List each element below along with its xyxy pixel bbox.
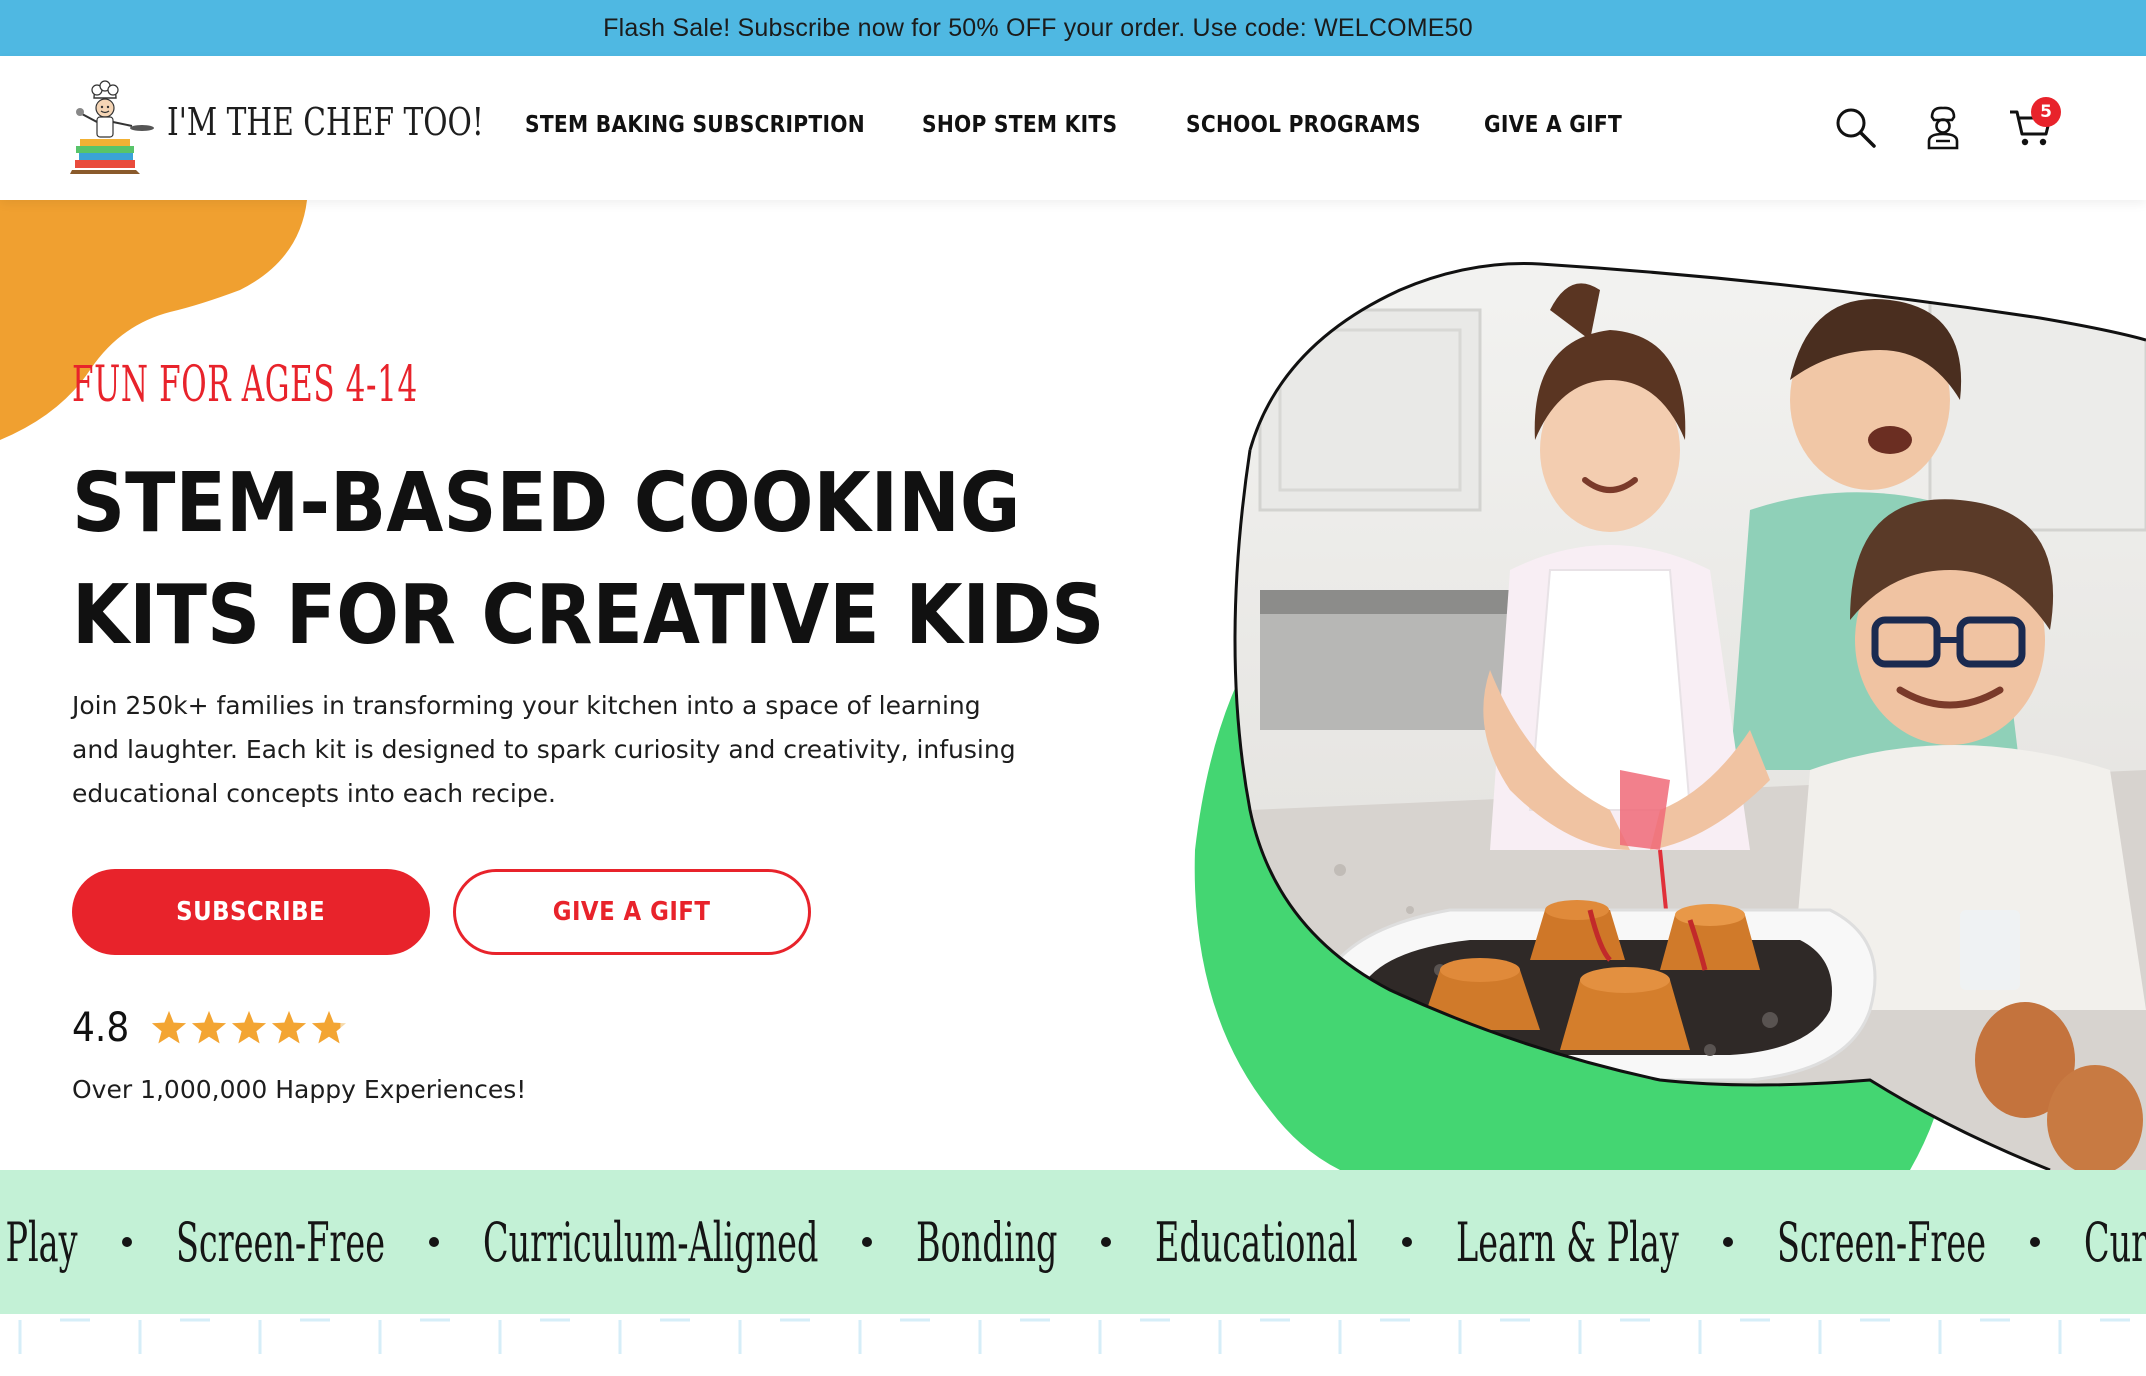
hero-title-line-1: STEM-BASED COOKING bbox=[72, 456, 1021, 551]
hero-description: Join 250k+ families in transforming your… bbox=[72, 691, 1016, 808]
cart-count-badge: 5 bbox=[2031, 97, 2061, 127]
site-header: I'M THE CHEF TOO! STEM BAKING SUBSCRIPTI… bbox=[0, 56, 2146, 200]
nav-stem-baking-subscription[interactable]: STEM BAKING SUBSCRIPTION bbox=[525, 112, 865, 138]
rating-score: 4.8 bbox=[72, 1005, 130, 1051]
marquee-item: Learn & Play bbox=[1456, 1211, 1679, 1274]
marquee-item: Bonding bbox=[916, 1211, 1057, 1274]
site-logo[interactable]: I'M THE CHEF TOO! bbox=[70, 78, 484, 178]
marquee-bullet bbox=[1101, 1237, 1112, 1247]
marquee-bullet bbox=[1402, 1237, 1413, 1247]
chef-mascot-logo-icon bbox=[70, 80, 154, 174]
hero-eyebrow: FUN FOR AGES 4-14 bbox=[72, 355, 418, 413]
marquee-bullet bbox=[861, 1237, 872, 1247]
subscribe-button[interactable]: SUBSCRIBE bbox=[72, 869, 430, 955]
hero-section: FUN FOR AGES 4-14 STEM-BASED COOKING KIT… bbox=[0, 200, 2146, 1170]
star-icon bbox=[231, 1011, 266, 1044]
marquee-item-label: Educational bbox=[1155, 1210, 1359, 1274]
star-icon bbox=[271, 1011, 306, 1044]
marquee-item: Screen-Free bbox=[176, 1211, 385, 1274]
marquee-item-label: Bonding bbox=[915, 1210, 1058, 1274]
nav-school-programs[interactable]: SCHOOL PROGRAMS bbox=[1186, 112, 1421, 138]
star-icon bbox=[191, 1011, 226, 1044]
hero-title-line-2: KITS FOR CREATIVE KIDS bbox=[72, 568, 1105, 663]
marquee-bullet bbox=[428, 1237, 439, 1247]
nav-give-a-gift[interactable]: GIVE A GIFT bbox=[1484, 112, 1622, 138]
marquee-item: Screen-Free bbox=[1777, 1211, 1986, 1274]
nav-shop-stem-kits[interactable]: SHOP STEM KITS bbox=[922, 112, 1117, 138]
promo-banner: Flash Sale! Subscribe now for 50% OFF yo… bbox=[0, 0, 2146, 56]
search-icon[interactable] bbox=[1832, 104, 1878, 150]
feature-marquee: & Play Screen-Free Curriculum-Aligned Bondi… bbox=[0, 1170, 2146, 1314]
marquee-bullet bbox=[1722, 1237, 1733, 1247]
marquee-bullet bbox=[121, 1237, 132, 1247]
happy-experiences-text: Over 1,000,000 Happy Experiences! bbox=[72, 1075, 527, 1104]
logo-wordmark: I'M THE CHEF TOO! bbox=[167, 100, 484, 144]
marquee-item-label: Curriculum-Aligned bbox=[482, 1210, 818, 1274]
marquee-item: & Play bbox=[0, 1211, 78, 1274]
star-icon bbox=[311, 1011, 346, 1044]
marquee-item-label: Curriculum-Aligned bbox=[2083, 1210, 2146, 1274]
marquee-bullet bbox=[2029, 1237, 2040, 1247]
account-chef-icon[interactable] bbox=[1920, 104, 1966, 150]
give-a-gift-button[interactable]: GIVE A GIFT bbox=[453, 869, 811, 955]
give-a-gift-button-label: GIVE A GIFT bbox=[553, 897, 711, 927]
marquee-item-label: Screen-Free bbox=[1776, 1210, 1986, 1274]
dashed-divider-decoration bbox=[18, 1318, 2130, 1354]
rating-stars bbox=[150, 1009, 350, 1047]
subscribe-button-label: SUBSCRIBE bbox=[176, 897, 326, 927]
marquee-item: Curriculum-Aligned bbox=[483, 1211, 818, 1274]
marquee-item-label: Learn & Play bbox=[1456, 1210, 1679, 1274]
marquee-track: & Play Screen-Free Curriculum-Aligned Bondi… bbox=[0, 1170, 2146, 1314]
hero-title: STEM-BASED COOKING KITS FOR CREATIVE KID… bbox=[72, 448, 1105, 672]
promo-text: Flash Sale! Subscribe now for 50% OFF yo… bbox=[603, 13, 1473, 42]
marquee-item: Educational bbox=[1155, 1211, 1358, 1274]
marquee-item-label: Screen-Free bbox=[175, 1210, 385, 1274]
rating-summary: 4.8 bbox=[72, 1005, 350, 1051]
marquee-item: Curriculum-Aligned bbox=[2084, 1211, 2146, 1274]
star-icon bbox=[151, 1011, 186, 1044]
marquee-item-label: & Play bbox=[0, 1210, 78, 1274]
